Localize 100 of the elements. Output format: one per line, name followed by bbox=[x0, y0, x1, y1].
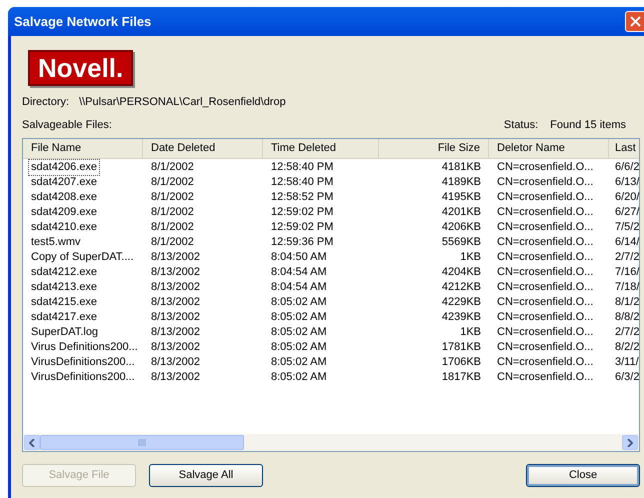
table-cell-text: SuperDAT.log bbox=[30, 325, 100, 340]
table-cell-text: 1706KB bbox=[440, 355, 482, 370]
scroll-right-button[interactable] bbox=[622, 435, 638, 450]
column-header[interactable]: Date Deleted bbox=[143, 139, 263, 158]
table-cell-text: 12:59:36 PM bbox=[270, 235, 334, 250]
table-cell-text: 8/13/2002 bbox=[150, 265, 201, 280]
table-cell-text: 3/11/ bbox=[614, 355, 639, 370]
table-cell-text: 4201KB bbox=[440, 205, 482, 220]
table-cell-text: 8/13/2002 bbox=[150, 340, 201, 355]
table-cell-text: 1817KB bbox=[440, 370, 482, 385]
table-cell-text: 8:05:02 AM bbox=[270, 325, 328, 340]
window-title: Salvage Network Files bbox=[14, 12, 152, 31]
table-cell-text: 6/3/2 bbox=[614, 370, 639, 385]
close-button[interactable] bbox=[625, 11, 644, 32]
table-cell-text: Virus Definitions200... bbox=[30, 340, 139, 355]
table-cell-text: CN=crosenfield.O... bbox=[496, 220, 594, 235]
table-cell-text: VirusDefinitions200... bbox=[30, 370, 136, 385]
table-cell-text: CN=crosenfield.O... bbox=[496, 325, 594, 340]
table-cell-text: 8/13/2002 bbox=[150, 295, 201, 310]
table-cell-text: 4229KB bbox=[440, 295, 482, 310]
table-cell-text: 8:05:02 AM bbox=[270, 295, 328, 310]
table-cell-text: 8:04:54 AM bbox=[270, 265, 328, 280]
column-header[interactable]: Deletor Name bbox=[489, 139, 609, 158]
column-header[interactable]: Time Deleted bbox=[263, 139, 379, 158]
table-cell-text: 4204KB bbox=[440, 265, 482, 280]
table-cell-text: 12:58:52 PM bbox=[270, 190, 334, 205]
status-text: Found 15 items bbox=[550, 118, 626, 132]
table-cell-text: CN=crosenfield.O... bbox=[496, 235, 594, 250]
table-cell-text: Copy of SuperDAT.... bbox=[30, 250, 135, 265]
table-cell-text: 5569KB bbox=[440, 235, 482, 250]
table-cell-text: 4239KB bbox=[440, 310, 482, 325]
table-cell-text: CN=crosenfield.O... bbox=[496, 160, 594, 175]
table-cell-text: test5.wmv bbox=[30, 235, 82, 250]
table-cell-text: 12:59:02 PM bbox=[270, 220, 334, 235]
column-header[interactable]: Last bbox=[609, 139, 639, 158]
column-header[interactable]: File Size bbox=[379, 139, 489, 158]
table-cell-text: CN=crosenfield.O... bbox=[496, 265, 594, 280]
table-cell-text: 8/1/2002 bbox=[150, 160, 195, 175]
table-cell-text: sdat4208.exe bbox=[30, 190, 98, 205]
table-cell-text: 8:05:02 AM bbox=[270, 370, 328, 385]
table-cell-text: 8/13/2002 bbox=[150, 355, 201, 370]
table-cell: sdat4206.exe bbox=[29, 160, 100, 175]
table-cell-text: 2/7/2 bbox=[614, 325, 639, 340]
table-cell-text: 8/13/2002 bbox=[150, 325, 201, 340]
table-cell-text: 8/1/2002 bbox=[150, 235, 195, 250]
directory-path: \\Pulsar\PERSONAL\Carl_Rosenfield\drop bbox=[79, 95, 286, 110]
table-cell-text: 4206KB bbox=[440, 220, 482, 235]
table-cell-text: 8/1/2002 bbox=[150, 175, 195, 190]
table-cell-text: CN=crosenfield.O... bbox=[496, 280, 594, 295]
table-cell-text: CN=crosenfield.O... bbox=[496, 370, 594, 385]
table-cell-text: 12:59:02 PM bbox=[270, 205, 334, 220]
table-cell-text: sdat4207.exe bbox=[30, 175, 98, 190]
table-cell-text: 1781KB bbox=[440, 340, 482, 355]
table-cell-text: 8/13/2002 bbox=[150, 370, 201, 385]
table-cell-text: CN=crosenfield.O... bbox=[496, 205, 594, 220]
table-cell-text: 1KB bbox=[459, 325, 482, 340]
table-cell-text: CN=crosenfield.O... bbox=[496, 340, 594, 355]
dialog-button[interactable]: Salvage All bbox=[149, 464, 263, 487]
table-cell-text: 8:04:54 AM bbox=[270, 280, 328, 295]
table-cell-text: sdat4210.exe bbox=[30, 220, 98, 235]
table-cell-text: 8:05:02 AM bbox=[270, 340, 328, 355]
directory-label: Directory: bbox=[22, 95, 70, 110]
table-cell-text: 6/6/2 bbox=[614, 160, 639, 175]
table-cell-text: 8/1/2002 bbox=[150, 220, 195, 235]
table-cell-text: sdat4217.exe bbox=[30, 310, 98, 325]
horizontal-scrollbar[interactable] bbox=[23, 434, 639, 451]
table-cell-text: VirusDefinitions200... bbox=[30, 355, 136, 370]
table-cell-text: 2/7/2 bbox=[614, 250, 639, 265]
list-label: Salvageable Files: bbox=[22, 118, 112, 132]
table-cell-text: 4212KB bbox=[440, 280, 482, 295]
table-cell-text: sdat4215.exe bbox=[30, 295, 98, 310]
column-header[interactable]: File Name bbox=[23, 139, 143, 158]
table-cell-text: 8/2/2 bbox=[614, 340, 639, 355]
table-cell-text: sdat4209.exe bbox=[30, 205, 98, 220]
dialog-button[interactable]: Close bbox=[526, 464, 640, 487]
scroll-thumb[interactable] bbox=[40, 435, 244, 450]
table-cell-text: 8:04:50 AM bbox=[270, 250, 328, 265]
table-cell-text: 8/13/2002 bbox=[150, 250, 201, 265]
table-cell-text: 7/5/2 bbox=[614, 220, 639, 235]
file-list[interactable] bbox=[22, 138, 640, 452]
grip-icon bbox=[138, 439, 146, 446]
scroll-left-button[interactable] bbox=[24, 435, 40, 450]
table-cell-text: CN=crosenfield.O... bbox=[496, 295, 594, 310]
table-cell-text: sdat4213.exe bbox=[30, 280, 98, 295]
table-cell-text: 8/8/2 bbox=[614, 310, 639, 325]
table-cell-text: 8/1/2 bbox=[614, 295, 639, 310]
table-cell-text: 8/1/2002 bbox=[150, 190, 195, 205]
table-cell-text: CN=crosenfield.O... bbox=[496, 310, 594, 325]
table-cell-text: 8/1/2002 bbox=[150, 205, 195, 220]
table-cell-text: 8/13/2002 bbox=[150, 280, 201, 295]
logo: Novell. bbox=[28, 50, 134, 86]
close-icon bbox=[630, 16, 641, 27]
table-cell-text: CN=crosenfield.O... bbox=[496, 250, 594, 265]
table-cell-text: 8:05:02 AM bbox=[270, 310, 328, 325]
table-cell-text: CN=crosenfield.O... bbox=[496, 175, 594, 190]
table-cell-text: CN=crosenfield.O... bbox=[496, 190, 594, 205]
table-cell-text: 8:05:02 AM bbox=[270, 355, 328, 370]
table-cell-text: 8/13/2002 bbox=[150, 310, 201, 325]
table-cell-text: 12:58:40 PM bbox=[270, 175, 334, 190]
table-cell-text: 4195KB bbox=[440, 190, 482, 205]
